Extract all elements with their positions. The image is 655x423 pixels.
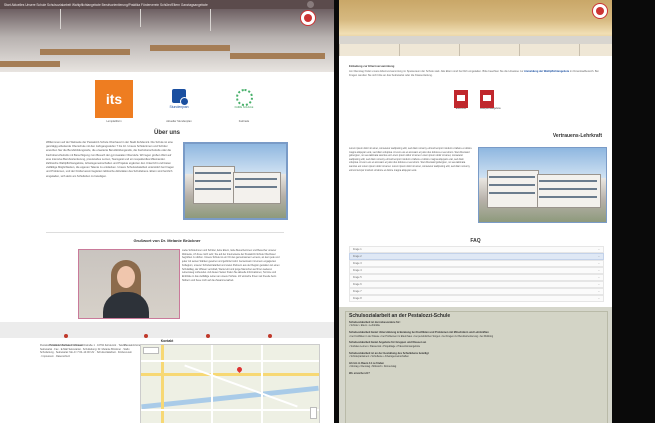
greeting-heading: Grußwort von Dr. Melanie Brückner	[133, 238, 201, 243]
pdf-download-1[interactable]: Elternbrief	[454, 90, 468, 110]
faq-item[interactable]: Frage 2 ⌄	[349, 253, 604, 260]
hero-classroom-image	[0, 9, 334, 72]
contact-details: Pestalozzi-Schule Oberhavel · Pestalozzi…	[40, 344, 132, 358]
phone-icon	[206, 334, 210, 338]
divider	[46, 232, 284, 233]
faq-item[interactable]: Frage 8 ⌄	[349, 295, 604, 302]
contact-heading: Kontakt	[160, 339, 174, 343]
school-building-photo	[478, 147, 607, 223]
faq-item[interactable]: Frage 7 ⌄	[349, 288, 604, 295]
faq-item[interactable]: Frage 5 ⌄	[349, 274, 604, 281]
school-logo-icon[interactable]	[300, 10, 316, 26]
principal-portrait	[78, 249, 180, 319]
its-logo: its	[95, 80, 133, 118]
left-page: Start Aktuelles Unsere Schule Schulsozia…	[0, 0, 334, 423]
faq-item[interactable]: Frage 6 ⌄	[349, 281, 604, 288]
tile-caption: Aktueller Stundenplan	[166, 120, 192, 123]
top-navigation: Start Aktuelles Unsere Schule Schulsozia…	[0, 0, 334, 9]
chevron-down-icon: ⌄	[597, 283, 600, 286]
map-type-button[interactable]	[143, 347, 159, 354]
chevron-down-icon: ⌄	[597, 269, 600, 272]
school-building-photo	[183, 142, 288, 220]
chevron-down-icon: ⌄	[597, 276, 600, 279]
social-work-section: Schulsozialarbeit an der Pestalozzi-Schu…	[339, 307, 612, 423]
screen-edge	[612, 0, 655, 423]
trust-teacher-text: Lorem ipsum dolor sit amet, consetetur s…	[349, 147, 472, 172]
faq-heading: FAQ	[470, 238, 481, 244]
about-text: Willkommen auf der Webseite der Pestaloz…	[46, 141, 174, 178]
tile-caption: Lernplattform	[106, 120, 122, 123]
notice-text: Am Dienstag findet unsere Elternversamml…	[349, 70, 599, 77]
chevron-down-icon: ⌄	[597, 262, 600, 265]
notice-heading: Einladung zur Elternversammlung	[349, 64, 395, 68]
contact-icon-row: Pestalozzi-Schule Oberhavel Pestalozzist…	[0, 322, 334, 347]
school-icon	[64, 334, 68, 338]
faq-item[interactable]: Frage 4 ⌄	[349, 267, 604, 274]
location-map[interactable]	[140, 344, 320, 423]
notice-link[interactable]: Anmeldung der Wahlpflichtangebote	[524, 70, 569, 73]
chevron-down-icon: ⌄	[597, 290, 600, 293]
map-pin-icon[interactable]	[235, 365, 244, 374]
faq-item[interactable]: Frage 1 ⌄	[349, 246, 604, 253]
school-logo-icon[interactable]	[592, 3, 608, 19]
tile-fairtrade[interactable]: FAIRE SCHULE Fairtrade	[225, 80, 263, 123]
pdf-download-2[interactable]: Wahlpflichtangebote	[480, 90, 501, 110]
greeting-text: Liebe Schülerinnen und Schüler, liebe El…	[182, 249, 280, 282]
mail-icon	[268, 334, 272, 338]
pdf-icon	[454, 90, 468, 108]
hero-kitchen-image	[339, 0, 612, 56]
nav-items[interactable]: Start Aktuelles Unsere Schule Schulsozia…	[4, 3, 208, 7]
trust-teacher-heading: Vertrauens-Lehrkraft	[552, 133, 602, 139]
fairtrade-icon	[235, 89, 253, 106]
about-heading: Über uns	[153, 130, 180, 136]
search-icon[interactable]	[307, 1, 314, 8]
social-work-text: Schulsozialarbeit ist da insbesondere fü…	[349, 321, 494, 376]
pdf-icon	[480, 90, 494, 108]
faq-item[interactable]: Frage 3 ⌄	[349, 260, 604, 267]
tile-stundenplan[interactable]: Stundenplan Aktueller Stundenplan	[160, 80, 198, 123]
chevron-down-icon: ⌄	[597, 248, 600, 251]
chevron-down-icon: ⌄	[597, 255, 600, 258]
fairtrade-label: FAIRE SCHULE	[234, 106, 254, 109]
tile-caption: Fairtrade	[238, 120, 250, 123]
location-icon	[144, 334, 148, 338]
right-page: Einladung zur Elternversammlung Am Diens…	[339, 0, 612, 423]
calendar-icon	[172, 89, 189, 106]
social-work-heading: Schulsozialarbeit an der Pestalozzi-Schu…	[349, 313, 451, 319]
tile-its[interactable]: its Lernplattform	[95, 80, 133, 123]
zoom-control[interactable]	[310, 407, 317, 419]
chevron-down-icon: ⌄	[597, 297, 600, 300]
